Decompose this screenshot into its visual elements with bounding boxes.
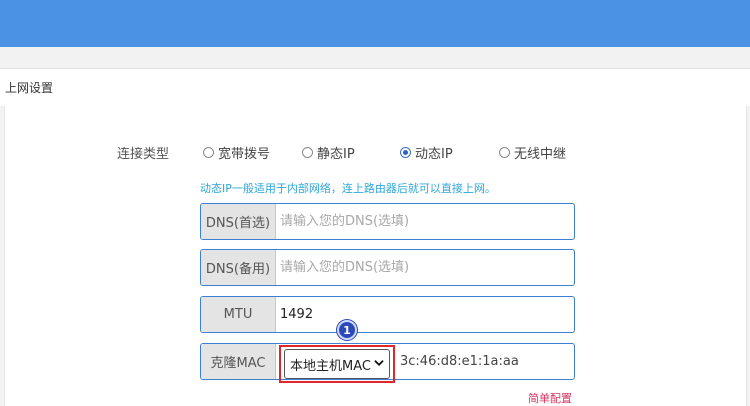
mac-address-value: 3c:46:d8:e1:1a:aa [400,354,519,369]
mac-source-selected-value: 本地主机MAC [290,358,371,374]
radio-pppoe[interactable]: 宽带拨号 [203,143,271,162]
radio-button-icon[interactable] [203,146,214,158]
simple-config-link[interactable]: 简单配置 [528,390,572,406]
radio-label: 动态IP [415,146,453,162]
section-header: 上网设置 [0,68,750,106]
mtu-input[interactable] [277,297,574,332]
mtu-field: MTU [200,296,575,333]
radio-button-icon[interactable] [499,146,510,158]
radio-static-ip[interactable]: 静态IP [302,143,355,162]
radio-button-icon[interactable] [302,146,313,158]
clone-mac-label: 克隆MAC [201,344,276,379]
dns-primary-input[interactable] [277,204,574,239]
top-header-bar [0,0,750,47]
radio-label: 无线中继 [514,146,567,162]
dns-primary-label: DNS(首选) [201,204,276,239]
annotation-number-badge: 1 [337,320,357,340]
radio-label: 静态IP [317,146,355,162]
radio-dynamic-ip[interactable]: 动态IP [400,143,453,162]
mtu-label: MTU [201,297,276,332]
chevron-down-icon [374,360,384,366]
connection-type-label: 连接类型 [117,147,170,162]
radio-wireless-repeater[interactable]: 无线中继 [499,143,567,162]
section-title: 上网设置 [5,81,54,95]
mac-source-select[interactable]: 本地主机MAC [284,349,390,379]
dns-primary-field: DNS(首选) [200,203,575,240]
dns-backup-field: DNS(备用) [200,249,575,286]
radio-button-selected-icon[interactable] [400,146,411,158]
dns-backup-input[interactable] [277,250,574,285]
dynamic-ip-hint: 动态IP一般适用于内部网络，连上路由器后就可以直接上网。 [200,182,496,195]
radio-label: 宽带拨号 [218,146,271,162]
dns-backup-label: DNS(备用) [201,250,276,285]
